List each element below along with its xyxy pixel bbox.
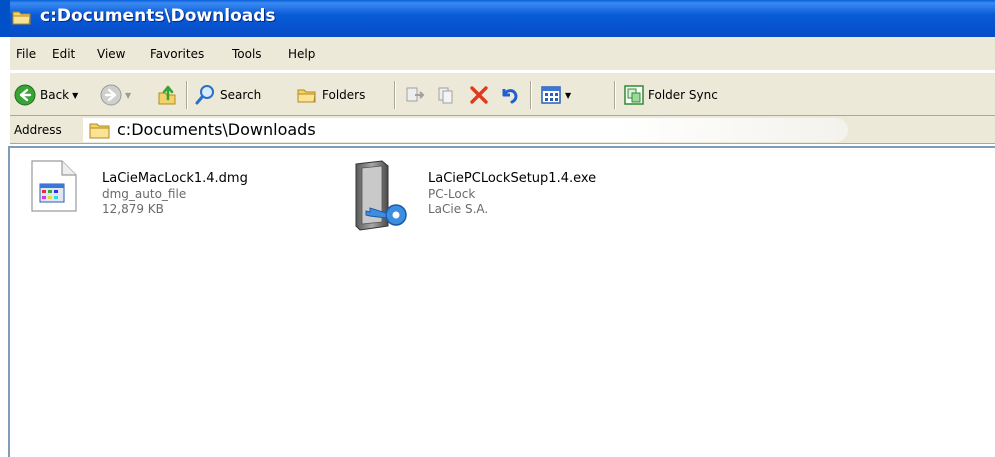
file-type: dmg_auto_file (102, 187, 187, 201)
up-folder-icon (156, 84, 178, 106)
explorer-window: c:Documents\Downloads File Edit View Fav… (0, 0, 995, 457)
menu-view[interactable]: View (97, 47, 125, 61)
forward-button[interactable]: ▼ (100, 83, 131, 107)
menu-help[interactable]: Help (288, 47, 315, 61)
delete-button[interactable] (468, 83, 490, 107)
menu-tools-label: Tools (232, 47, 262, 61)
folders-label: Folders (322, 88, 366, 102)
copy-to-button[interactable] (436, 83, 458, 107)
file-item[interactable]: LaCiePCLockSetup1.4.exe PC-Lock LaCie S.… (348, 160, 678, 240)
file-name: LaCiePCLockSetup1.4.exe (428, 171, 597, 186)
back-dropdown-icon[interactable]: ▼ (72, 91, 78, 100)
installer-key-icon (348, 160, 420, 235)
menu-tools[interactable]: Tools (232, 47, 262, 61)
forward-dropdown-icon[interactable]: ▼ (125, 91, 131, 100)
window-title: c:Documents\Downloads (40, 6, 276, 26)
toolbar: Back ▼ ▼ Search Folders ▼ Folder Sync (10, 72, 995, 116)
menu-edit[interactable]: Edit (52, 47, 75, 61)
undo-button[interactable] (498, 83, 520, 107)
search-icon (194, 84, 216, 106)
move-to-button[interactable] (404, 83, 426, 107)
back-label: Back (40, 88, 70, 102)
views-dropdown-icon[interactable]: ▼ (565, 91, 571, 100)
folder-sync-button[interactable]: Folder Sync (624, 83, 718, 107)
menu-edit-label: Edit (52, 47, 76, 61)
file-size: 12,879 KB (102, 202, 164, 216)
menu-favorites[interactable]: Favorites (150, 47, 204, 61)
file-list-area[interactable]: LaCieMacLock1.4.dmg dmg_auto_file 12,879… (10, 146, 995, 457)
forward-arrow-icon (100, 84, 122, 106)
folder-icon (89, 122, 111, 142)
folder-sync-label: Folder Sync (648, 88, 718, 102)
move-to-icon (404, 84, 426, 106)
back-arrow-icon (14, 84, 36, 106)
search-button[interactable]: Search (194, 83, 261, 107)
address-label: Address (14, 123, 62, 137)
back-button[interactable]: Back ▼ (14, 83, 78, 107)
up-folder-button[interactable] (156, 83, 178, 107)
file-publisher: LaCie S.A. (428, 202, 489, 216)
toolbar-separator (186, 81, 188, 109)
file-name: LaCieMacLock1.4.dmg (102, 171, 248, 186)
undo-icon (498, 84, 520, 106)
file-item[interactable]: LaCieMacLock1.4.dmg dmg_auto_file 12,879… (30, 160, 330, 240)
address-bar: Address c:Documents\Downloads (10, 116, 995, 144)
views-button[interactable]: ▼ (540, 83, 571, 107)
search-label: Search (220, 88, 262, 102)
views-grid-icon (540, 84, 562, 106)
toolbar-separator (394, 81, 396, 109)
file-type: PC-Lock (428, 187, 476, 201)
generic-file-icon (30, 160, 78, 215)
menu-favorites-label: Favorites (150, 47, 205, 61)
menu-file[interactable]: File (16, 47, 36, 61)
folder-icon (12, 9, 32, 25)
toolbar-separator (614, 81, 616, 109)
toolbar-separator (530, 81, 532, 109)
address-field[interactable]: c:Documents\Downloads (83, 118, 848, 142)
address-value: c:Documents\Downloads (117, 120, 316, 139)
menu-help-label: Help (288, 47, 316, 61)
folders-icon (296, 84, 318, 106)
title-bar[interactable]: c:Documents\Downloads (0, 0, 995, 37)
delete-x-icon (468, 84, 490, 106)
copy-to-icon (436, 84, 458, 106)
menu-view-label: View (97, 47, 126, 61)
folder-sync-icon (624, 85, 644, 105)
folders-button[interactable]: Folders (296, 83, 365, 107)
menu-file-label: File (16, 47, 37, 61)
menu-bar: File Edit View Favorites Tools Help (10, 37, 995, 71)
